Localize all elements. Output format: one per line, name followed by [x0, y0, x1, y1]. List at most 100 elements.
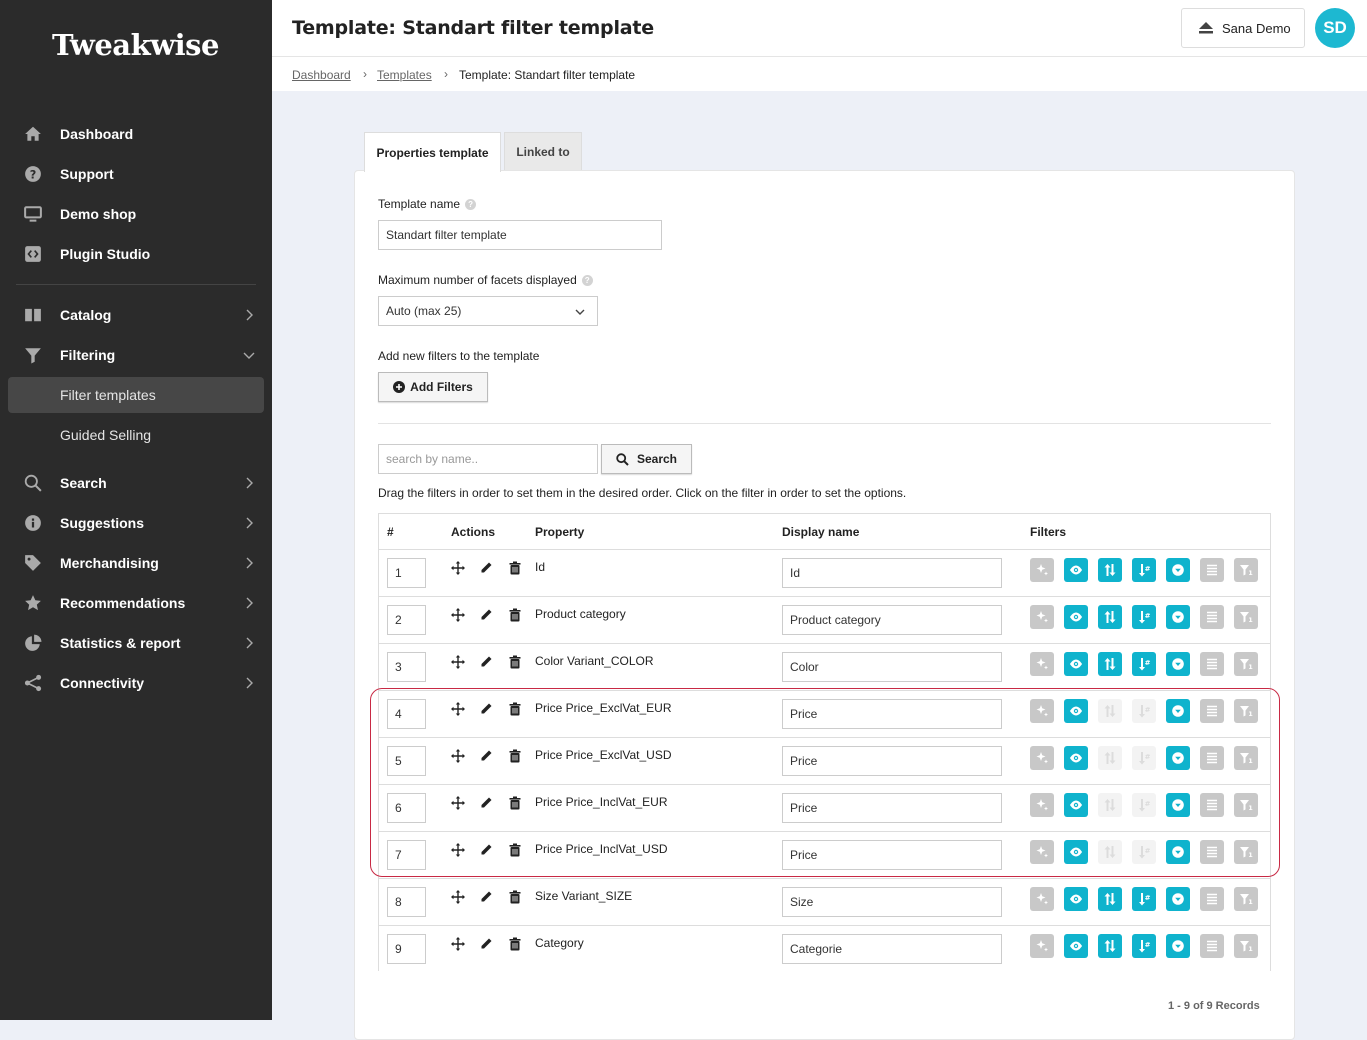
display-name-input[interactable]: Size	[782, 887, 1002, 917]
filter-option-button[interactable]	[1064, 934, 1088, 958]
filter-option-button[interactable]: #	[1132, 887, 1156, 911]
filter-option-button[interactable]: #	[1132, 652, 1156, 676]
filter-option-button[interactable]	[1098, 652, 1122, 676]
property-name: Product category	[535, 607, 626, 621]
delete-icon[interactable]	[508, 937, 522, 951]
delete-icon[interactable]	[508, 561, 522, 575]
add-filters-button[interactable]: Add Filters	[378, 372, 488, 402]
filter-option-button[interactable]	[1064, 558, 1088, 582]
help-icon[interactable]: ?	[465, 199, 477, 211]
sidebar-item-guided-selling[interactable]: Guided Selling	[8, 417, 264, 453]
filter-option-button[interactable]	[1098, 934, 1122, 958]
table-row[interactable]: 2 Product category Product category #1	[379, 596, 1270, 643]
sidebar-item-statistics[interactable]: Statistics & report	[8, 625, 264, 661]
tab-properties-template[interactable]: Properties template	[364, 132, 501, 172]
table-row[interactable]: 8 Size Variant_SIZE Size #1	[379, 878, 1270, 925]
filter-option-button[interactable]	[1064, 605, 1088, 629]
display-name-input[interactable]: Categorie	[782, 934, 1002, 964]
list-icon	[1207, 564, 1217, 576]
order-number-input[interactable]: 9	[387, 934, 426, 964]
filter-option-button[interactable]	[1030, 652, 1054, 676]
order-number-input[interactable]: 2	[387, 605, 426, 635]
edit-icon[interactable]	[479, 937, 493, 951]
sidebar-item-dashboard[interactable]: Dashboard	[8, 116, 264, 152]
search-button[interactable]: Search	[601, 444, 692, 474]
sidebar-item-filter-templates[interactable]: Filter templates	[8, 377, 264, 413]
sidebar-item-merchandising[interactable]: Merchandising	[8, 545, 264, 581]
edit-icon[interactable]	[479, 608, 493, 622]
filter-option-button[interactable]: #	[1132, 605, 1156, 629]
display-name-input[interactable]: Color	[782, 652, 1002, 682]
sidebar-item-filtering[interactable]: Filtering	[8, 337, 264, 373]
column-header-filters: Filters	[1030, 525, 1067, 539]
sidebar-item-recommendations[interactable]: Recommendations	[8, 585, 264, 621]
display-name-input[interactable]: Product category	[782, 605, 1002, 635]
sidebar-item-suggestions[interactable]: Suggestions	[8, 505, 264, 541]
delete-icon[interactable]	[508, 890, 522, 904]
filter-option-button[interactable]: #	[1132, 558, 1156, 582]
filter-option-button[interactable]	[1200, 887, 1224, 911]
filter-option-button[interactable]	[1166, 934, 1190, 958]
filter-option-button[interactable]	[1166, 887, 1190, 911]
sidebar-item-label: Merchandising	[60, 555, 159, 571]
edit-icon[interactable]	[479, 655, 493, 669]
sort-numeric-icon: #	[1139, 611, 1151, 624]
search-icon	[24, 474, 42, 492]
filter-option-button[interactable]: #	[1132, 934, 1156, 958]
filter-option-button[interactable]	[1064, 887, 1088, 911]
filter-option-button[interactable]	[1098, 887, 1122, 911]
filter-option-button[interactable]	[1200, 934, 1224, 958]
drag-move-icon[interactable]	[451, 937, 465, 951]
breadcrumb-dashboard-link[interactable]: Dashboard	[292, 68, 351, 82]
avatar[interactable]: SD	[1315, 8, 1355, 48]
sidebar-item-plugin-studio[interactable]: Plugin Studio	[8, 236, 264, 272]
drag-move-icon[interactable]	[451, 608, 465, 622]
filter-option-button[interactable]	[1098, 605, 1122, 629]
filter-option-button[interactable]	[1030, 605, 1054, 629]
edit-icon[interactable]	[479, 561, 493, 575]
filter-option-button[interactable]	[1200, 605, 1224, 629]
sidebar-item-demo-shop[interactable]: Demo shop	[8, 196, 264, 232]
filter-option-button[interactable]	[1166, 558, 1190, 582]
filter-option-button[interactable]	[1030, 558, 1054, 582]
filter-option-button[interactable]: 1	[1234, 652, 1258, 676]
filter-option-button[interactable]: 1	[1234, 605, 1258, 629]
filter-option-button[interactable]: 1	[1234, 558, 1258, 582]
order-number-input[interactable]: 1	[387, 558, 426, 588]
table-row[interactable]: 1 Id Id #1	[379, 549, 1270, 596]
filter-option-button[interactable]	[1166, 605, 1190, 629]
column-header-property: Property	[535, 525, 585, 539]
delete-icon[interactable]	[508, 608, 522, 622]
sidebar-item-search[interactable]: Search	[8, 465, 264, 501]
filter-option-button[interactable]	[1166, 652, 1190, 676]
table-row[interactable]: 9 Category Categorie #1	[379, 925, 1270, 972]
account-switch-button[interactable]: Sana Demo	[1181, 8, 1305, 48]
sidebar-item-catalog[interactable]: Catalog	[8, 297, 264, 333]
template-name-input[interactable]: Standart filter template	[378, 220, 662, 250]
search-input[interactable]: search by name..	[378, 444, 598, 474]
drag-move-icon[interactable]	[451, 561, 465, 575]
max-facets-select[interactable]: Auto (max 25)	[378, 296, 598, 326]
filter-option-button[interactable]: 1	[1234, 887, 1258, 911]
order-number-input[interactable]: 3	[387, 652, 426, 682]
filter-option-button[interactable]	[1030, 934, 1054, 958]
display-name-input[interactable]: Id	[782, 558, 1002, 588]
table-row[interactable]: 3 Color Variant_COLOR Color #1	[379, 643, 1270, 690]
sidebar-item-connectivity[interactable]: Connectivity	[8, 665, 264, 701]
breadcrumb-templates-link[interactable]: Templates	[377, 68, 432, 82]
filter-option-button[interactable]	[1200, 652, 1224, 676]
drag-move-icon[interactable]	[451, 890, 465, 904]
filter-option-button[interactable]: 1	[1234, 934, 1258, 958]
filter-option-button[interactable]	[1098, 558, 1122, 582]
help-icon[interactable]: ?	[581, 275, 593, 287]
tab-linked-to[interactable]: Linked to	[504, 132, 582, 170]
sidebar-item-support[interactable]: ? Support	[8, 156, 264, 192]
order-number-input[interactable]: 8	[387, 887, 426, 917]
svg-text:1: 1	[1248, 945, 1253, 953]
edit-icon[interactable]	[479, 890, 493, 904]
filter-option-button[interactable]	[1030, 887, 1054, 911]
filter-option-button[interactable]	[1064, 652, 1088, 676]
filter-option-button[interactable]	[1200, 558, 1224, 582]
delete-icon[interactable]	[508, 655, 522, 669]
drag-move-icon[interactable]	[451, 655, 465, 669]
